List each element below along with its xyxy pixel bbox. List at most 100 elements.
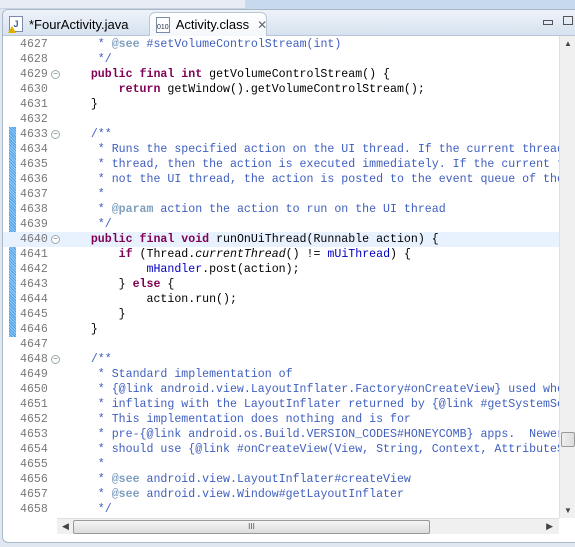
code-line[interactable]: 4654 * should use {@link #onCreateView(V… — [3, 442, 559, 457]
code-token: else — [132, 278, 161, 291]
code-line[interactable]: 4641 if (Thread.currentThread() != mUiTh… — [3, 247, 559, 262]
code-token: * pre-{@link android.os.Build.VERSION_CO… — [63, 428, 559, 441]
line-number: 4656 — [20, 473, 48, 486]
code-token: public final int — [63, 68, 203, 81]
code-token: { — [160, 278, 175, 291]
code-token: * — [63, 188, 105, 201]
code-token: /** — [63, 128, 112, 141]
code-editor[interactable]: 4627 * @see #setVolumeControlStream(int)… — [3, 36, 559, 518]
code-line[interactable]: 4633− /** — [3, 127, 559, 142]
horizontal-scrollbar[interactable]: ◀ III ▶ — [57, 518, 559, 534]
code-line[interactable]: 4653 * pre-{@link android.os.Build.VERSI… — [3, 427, 559, 442]
code-line[interactable]: 4635 * thread, then the action is execut… — [3, 157, 559, 172]
code-line[interactable]: 4658 */ — [3, 502, 559, 517]
code-token: * — [63, 488, 112, 501]
line-number: 4652 — [20, 413, 48, 426]
code-token: @see — [111, 38, 140, 51]
code-token: * {@link android.view.LayoutInflater.Fac… — [63, 383, 559, 396]
scroll-right-arrow-icon[interactable]: ▶ — [546, 521, 553, 532]
code-line[interactable]: 4630 return getWindow().getVolumeControl… — [3, 82, 559, 97]
code-line[interactable]: 4655 * — [3, 457, 559, 472]
vertical-scrollbar[interactable]: ▲ ▼ — [559, 36, 575, 518]
code-text: */ — [63, 52, 112, 67]
code-token: return — [63, 83, 161, 96]
java-file-warning-icon: J — [8, 16, 23, 33]
code-text: */ — [63, 502, 112, 517]
horizontal-scroll-thumb[interactable]: III — [73, 520, 430, 534]
fold-collapse-icon[interactable]: − — [51, 235, 60, 244]
fold-collapse-icon[interactable]: − — [51, 355, 60, 364]
vertical-scroll-thumb[interactable] — [561, 432, 575, 447]
code-line[interactable]: 4637 * — [3, 187, 559, 202]
code-text: } else { — [63, 277, 175, 292]
code-line[interactable]: 4652 * This implementation does nothing … — [3, 412, 559, 427]
code-text: * {@link android.view.LayoutInflater.Fac… — [63, 382, 559, 397]
code-line[interactable]: 4638 * @param action the action to run o… — [3, 202, 559, 217]
line-number: 4643 — [20, 278, 48, 291]
code-token: * thread, then the action is executed im… — [97, 158, 559, 171]
scroll-down-arrow-icon[interactable]: ▼ — [564, 506, 572, 515]
code-line[interactable]: 4631 } — [3, 97, 559, 112]
code-line[interactable]: 4647 — [3, 337, 559, 352]
code-line[interactable]: 4642 mHandler.post(action); — [3, 262, 559, 277]
tab-four-activity[interactable]: J *FourActivity.java — [3, 12, 149, 36]
line-number: 4637 — [20, 188, 48, 201]
code-line[interactable]: 4656 * @see android.view.LayoutInflater#… — [3, 472, 559, 487]
code-line[interactable]: 4648− /** — [3, 352, 559, 367]
code-line[interactable]: 4643 } else { — [3, 277, 559, 292]
code-line[interactable]: 4634 * Runs the specified action on the … — [3, 142, 559, 157]
code-line[interactable]: 4649 * Standard implementation of — [3, 367, 559, 382]
code-text: */ — [63, 217, 112, 232]
code-text: * — [63, 457, 105, 472]
code-token: /** — [63, 353, 112, 366]
fold-collapse-icon[interactable]: − — [51, 130, 60, 139]
code-text: public final void runOnUiThread(Runnable… — [63, 232, 439, 247]
line-number: 4645 — [20, 308, 48, 321]
code-line[interactable]: 4629− public final int getVolumeControlS… — [3, 67, 559, 82]
code-line[interactable]: 4646 } — [3, 322, 559, 337]
code-line[interactable]: 4628 */ — [3, 52, 559, 67]
code-token: mHandler — [63, 263, 203, 276]
code-line[interactable]: 4657 * @see android.view.Window#getLayou… — [3, 487, 559, 502]
close-tab-icon[interactable]: ✕ — [257, 18, 267, 32]
code-line[interactable]: 4640− public final void runOnUiThread(Ru… — [3, 232, 559, 247]
code-text: action.run(); — [63, 292, 236, 307]
tab-activity-class[interactable]: 010 Activity.class ✕ — [149, 12, 267, 36]
minimize-button[interactable] — [543, 20, 553, 25]
code-token: @see — [111, 473, 140, 486]
line-number: 4646 — [20, 323, 48, 336]
code-token: } — [63, 278, 133, 291]
code-line[interactable]: 4627 * @see #setVolumeControlStream(int) — [3, 37, 559, 52]
class-file-icon: 010 — [156, 16, 170, 33]
fold-collapse-icon[interactable]: − — [51, 70, 60, 79]
code-line[interactable]: 4636 * not the UI thread, the action is … — [3, 172, 559, 187]
code-token: currentThread — [195, 248, 286, 261]
code-text: * not the UI thread, the action is poste… — [63, 172, 559, 187]
code-line[interactable]: 4632 — [3, 112, 559, 127]
line-number: 4654 — [20, 443, 48, 456]
code-token: action the action to run on the UI threa… — [153, 203, 446, 216]
maximize-button[interactable] — [563, 16, 573, 25]
line-number: 4639 — [20, 218, 48, 231]
line-number: 4641 — [20, 248, 48, 261]
code-text: * @see #setVolumeControlStream(int) — [63, 37, 342, 52]
scroll-up-arrow-icon[interactable]: ▲ — [564, 39, 572, 48]
code-line[interactable]: 4645 } — [3, 307, 559, 322]
code-line[interactable]: 4644 action.run(); — [3, 292, 559, 307]
line-number: 4627 — [20, 38, 48, 51]
scroll-left-arrow-icon[interactable]: ◀ — [62, 521, 69, 532]
code-text: * — [63, 187, 105, 202]
code-line[interactable]: 4650 * {@link android.view.LayoutInflate… — [3, 382, 559, 397]
code-line[interactable]: 4639 */ — [3, 217, 559, 232]
code-line[interactable]: 4651 * inflating with the LayoutInflater… — [3, 397, 559, 412]
code-token: * — [63, 473, 112, 486]
code-text: public final int getVolumeControlStream(… — [63, 67, 390, 82]
code-text: * inflating with the LayoutInflater retu… — [63, 397, 559, 412]
code-text: * should use {@link #onCreateView(View, … — [63, 442, 559, 457]
code-token: */ — [63, 53, 112, 66]
code-token: #setVolumeControlStream(int) — [139, 38, 342, 51]
line-number: 4651 — [20, 398, 48, 411]
tab-label: Activity.class — [175, 17, 250, 32]
code-lines[interactable]: 4627 * @see #setVolumeControlStream(int)… — [3, 37, 559, 517]
code-token: * Standard implementation of — [63, 368, 293, 381]
